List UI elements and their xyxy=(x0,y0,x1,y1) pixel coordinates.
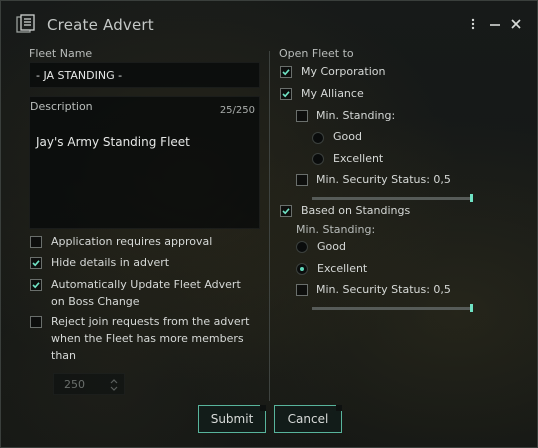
minimize-icon[interactable] xyxy=(487,16,503,32)
max-members-stepper[interactable]: 250 xyxy=(53,373,125,395)
submit-button[interactable]: Submit xyxy=(198,405,266,433)
alliance-min-standing-checkbox[interactable] xyxy=(296,110,308,122)
my-corporation-label: My Corporation xyxy=(301,65,386,78)
reject-join-requests-label-line2: when the Fleet has more members xyxy=(51,332,244,345)
alliance-min-security-label: Min. Security Status: 0,5 xyxy=(316,173,451,186)
based-on-standings-checkbox[interactable] xyxy=(280,205,292,217)
standings-good-label: Good xyxy=(317,240,346,253)
standings-excellent-label: Excellent xyxy=(317,262,368,275)
checkmark-icon xyxy=(32,260,40,267)
my-alliance-checkbox[interactable] xyxy=(280,88,292,100)
cancel-button-label: Cancel xyxy=(287,412,329,426)
my-alliance-label: My Alliance xyxy=(301,87,364,100)
button-corner-notch xyxy=(260,405,266,411)
fleet-advert-icon xyxy=(16,14,35,33)
standings-security-slider[interactable] xyxy=(312,307,472,310)
application-requires-approval-checkbox[interactable] xyxy=(30,236,42,248)
description-label: Description xyxy=(30,100,93,113)
standings-min-standing-label: Min. Standing: xyxy=(296,223,376,236)
fleet-name-value: - JA STANDING - xyxy=(36,69,123,82)
description-textarea[interactable]: Description 25/250 Jay's Army Standing F… xyxy=(29,96,260,229)
description-value: Jay's Army Standing Fleet xyxy=(36,135,190,149)
max-members-value: 250 xyxy=(64,378,85,391)
description-counter: 25/250 xyxy=(219,105,255,116)
checkmark-icon xyxy=(32,282,40,289)
fleet-name-label: Fleet Name xyxy=(29,47,93,60)
alliance-good-radio[interactable] xyxy=(312,132,324,144)
reject-join-requests-label-line3: than xyxy=(51,349,76,362)
kebab-menu-icon[interactable] xyxy=(465,16,481,32)
checkmark-icon xyxy=(282,208,290,215)
standings-good-radio[interactable] xyxy=(296,241,308,253)
alliance-security-slider[interactable] xyxy=(312,197,472,200)
auto-update-advert-checkbox[interactable] xyxy=(30,279,42,291)
reject-join-requests-checkbox[interactable] xyxy=(30,316,42,328)
auto-update-advert-label-line1: Automatically Update Fleet Advert xyxy=(51,278,241,291)
window-title: Create Advert xyxy=(47,16,154,34)
standings-min-security-checkbox[interactable] xyxy=(296,284,308,296)
reject-join-requests-label-line1: Reject join requests from the advert xyxy=(51,315,250,328)
checkmark-icon xyxy=(282,91,290,98)
standings-excellent-radio[interactable] xyxy=(296,263,308,275)
close-icon[interactable] xyxy=(508,16,524,32)
title-bar[interactable]: Create Advert xyxy=(1,1,537,45)
alliance-excellent-label: Excellent xyxy=(333,152,384,165)
fleet-name-input[interactable]: - JA STANDING - xyxy=(29,62,260,88)
standings-security-slider-handle[interactable] xyxy=(470,304,473,312)
alliance-min-standing-label: Min. Standing: xyxy=(316,109,396,122)
alliance-security-slider-handle[interactable] xyxy=(470,194,473,202)
hide-details-label: Hide details in advert xyxy=(51,256,170,269)
alliance-excellent-radio[interactable] xyxy=(312,153,324,165)
application-requires-approval-label: Application requires approval xyxy=(51,235,213,248)
open-fleet-to-label: Open Fleet to xyxy=(279,47,354,60)
create-advert-window: Create Advert Fleet Name - JA STANDING -… xyxy=(0,0,538,448)
based-on-standings-label: Based on Standings xyxy=(301,204,411,217)
column-divider xyxy=(269,51,270,401)
submit-button-label: Submit xyxy=(210,412,254,426)
hide-details-checkbox[interactable] xyxy=(30,257,42,269)
standings-min-security-label: Min. Security Status: 0,5 xyxy=(316,283,451,296)
stepper-arrows-icon[interactable] xyxy=(110,379,118,391)
alliance-min-security-checkbox[interactable] xyxy=(296,174,308,186)
auto-update-advert-label-line2: on Boss Change xyxy=(51,295,140,308)
alliance-good-label: Good xyxy=(333,130,362,143)
cancel-button[interactable]: Cancel xyxy=(274,405,342,433)
checkmark-icon xyxy=(282,69,290,76)
button-corner-notch xyxy=(336,405,342,411)
my-corporation-checkbox[interactable] xyxy=(280,66,292,78)
